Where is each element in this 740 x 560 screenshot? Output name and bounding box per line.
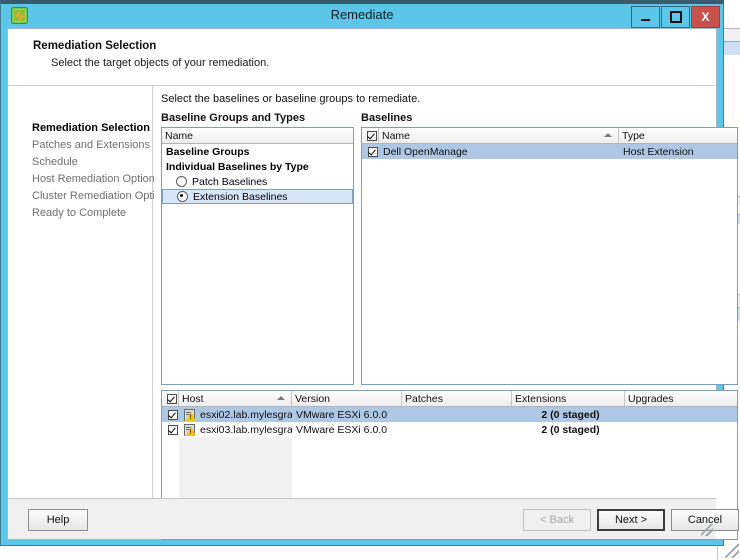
column-header-version[interactable]: Version [292,391,402,406]
back-button: < Back [523,509,591,531]
maximize-button[interactable] [661,6,690,28]
cell-extensions: 2 (0 staged) [541,408,600,421]
table-row[interactable]: ! esxi03.lab.mylesgra... VMware ESXi 6.0… [162,422,737,437]
column-header-type-label: Type [622,129,645,142]
main-content: Select the baselines or baseline groups … [154,86,738,540]
cell-host-label: esxi03.lab.mylesgra... [200,423,292,436]
dialog-client-area: Remediation Selection Select the target … [7,28,739,540]
maximize-icon [669,11,682,23]
column-header-name[interactable]: Name [162,128,353,143]
tree-item-label: Patch Baselines [192,175,268,188]
tree-item-label: Extension Baselines [193,190,288,203]
row-checkbox[interactable] [367,146,378,157]
wizard-header: Remediation Selection Select the target … [8,29,716,85]
column-header-name[interactable]: Name [379,128,619,143]
column-header-extensions-label: Extensions [515,392,567,405]
hosts-body: ! esxi02.lab.mylesgra... VMware ESXi 6.0… [162,407,737,539]
column-header-patches[interactable]: Patches [402,391,512,406]
cell-extensions: 2 (0 staged) [541,423,600,436]
host-warning-icon: ! [183,423,196,436]
row-checkbox-cell[interactable] [162,409,179,420]
sidebar-item-cluster-remediation-options[interactable]: Cluster Remediation Options [32,189,173,204]
cell-host: ! esxi03.lab.mylesgra... [179,423,292,436]
column-header-patches-label: Patches [405,392,443,405]
next-button[interactable]: Next > [597,509,665,531]
cell-name: Dell OpenManage [383,145,468,158]
background-resize-grip[interactable] [725,544,739,558]
hosts-select-all-cell[interactable] [162,391,179,406]
column-header-host[interactable]: Host [179,391,292,406]
tree-item-individual-baselines-by-type[interactable]: Individual Baselines by Type [162,159,353,174]
help-button[interactable]: Help [28,509,88,531]
table-row[interactable]: Dell OpenManage Host Extension [362,144,737,159]
column-header-upgrades-label: Upgrades [628,392,674,405]
sidebar-item-patches-and-extensions[interactable]: Patches and Extensions [32,138,152,153]
title-bar[interactable]: Remediate X [1,4,723,28]
sort-ascending-icon [277,396,285,400]
baselines-header: Name Type [362,128,737,144]
minimize-button[interactable] [631,6,660,28]
sidebar-item-schedule[interactable]: Schedule [32,155,152,170]
tree-item-patch-baselines[interactable]: Patch Baselines [162,174,353,189]
cell-version: VMware ESXi 6.0.0 [296,408,388,421]
tree-item-label: Individual Baselines by Type [166,160,309,173]
column-header-upgrades[interactable]: Upgrades [625,391,737,406]
hosts-header: Host Version Patches Extensions Upgrades [162,391,737,407]
cell-host-label: esxi02.lab.mylesgra... [200,408,292,421]
baseline-types-header: Name [162,128,353,144]
column-header-host-label: Host [182,392,204,405]
close-button[interactable]: X [691,6,720,28]
row-checkbox-cell[interactable] [362,146,379,157]
table-row[interactable]: ! esxi02.lab.mylesgra... VMware ESXi 6.0… [162,407,737,422]
row-checkbox[interactable] [167,424,178,435]
remediate-dialog: Remediate X Remediation Selection Select… [0,0,739,546]
sidebar-item-ready-to-complete[interactable]: Ready to Complete [32,206,152,221]
sort-ascending-icon [604,133,612,137]
cell-version: VMware ESXi 6.0.0 [296,423,388,436]
wizard-step-list: Remediation Selection Patches and Extens… [8,86,173,498]
tree-item-baseline-groups[interactable]: Baseline Groups [162,144,353,159]
cell-type: Host Extension [623,145,694,158]
cell-host: ! esxi02.lab.mylesgra... [179,408,292,421]
window-controls: X [631,6,720,28]
window-title: Remediate [330,7,394,22]
row-checkbox-cell[interactable] [162,424,179,435]
page-subtitle: Select the target objects of your remedi… [51,57,270,69]
radio-extension-baselines[interactable] [177,191,188,202]
baseline-types-list[interactable]: Name Baseline Groups Individual Baseline… [161,127,354,385]
baselines-select-all-cell[interactable] [362,128,379,143]
baseline-types-body: Baseline Groups Individual Baselines by … [162,144,353,204]
column-header-extensions[interactable]: Extensions [512,391,625,406]
instruction-text: Select the baselines or baseline groups … [161,93,421,105]
hosts-select-all-checkbox[interactable] [166,393,177,404]
tree-item-label: Baseline Groups [166,145,250,158]
baselines-label: Baselines [361,112,413,124]
row-checkbox[interactable] [167,409,178,420]
resize-grip[interactable] [701,524,713,536]
minimize-icon [641,18,650,21]
baseline-types-label: Baseline Groups and Types [161,112,306,124]
baselines-select-all-checkbox[interactable] [366,130,377,141]
tree-item-extension-baselines[interactable]: Extension Baselines [162,189,353,204]
column-header-type[interactable]: Type [619,128,737,143]
column-header-version-label: Version [295,392,331,405]
page-title: Remediation Selection [33,40,157,52]
host-warning-icon: ! [183,408,196,421]
sidebar-item-host-remediation-options[interactable]: Host Remediation Options [32,172,160,187]
radio-patch-baselines[interactable] [176,176,187,187]
sidebar-item-remediation-selection[interactable]: Remediation Selection [32,121,152,136]
column-header-name-label: Name [382,129,411,142]
baselines-list[interactable]: Name Type Dell OpenManage Host Extension [361,127,738,385]
baselines-body: Dell OpenManage Host Extension [362,144,737,159]
dialog-button-bar: Help < Back Next > Cancel [8,498,739,539]
